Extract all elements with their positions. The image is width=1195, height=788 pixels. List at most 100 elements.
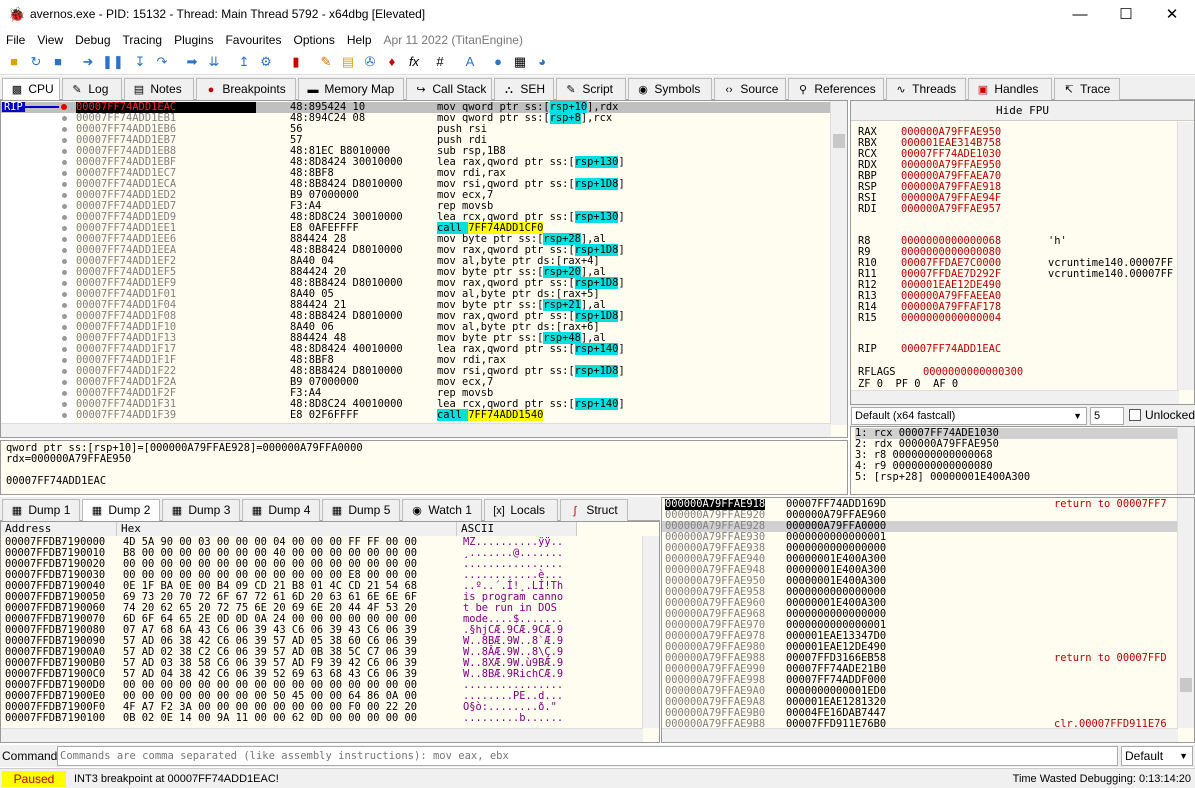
pause-icon[interactable]: ❚❚ [102,54,124,70]
regs-vscroll[interactable] [1177,122,1194,390]
breakpoint-slot-icon[interactable] [62,204,67,209]
breakpoint-slot-icon[interactable] [62,281,67,286]
breakpoint-slot-icon[interactable] [62,402,67,407]
unlocked-checkbox[interactable] [1129,409,1141,421]
tab-references[interactable]: ⚲ References [788,78,884,100]
disasm-hscroll[interactable] [1,423,831,437]
tab-seh[interactable]: ⛬ SEH [494,78,554,100]
breakpoint-slot-icon[interactable] [62,138,67,143]
dump-col-ascii[interactable]: ASCII [457,522,577,536]
trace-into-icon[interactable]: ➡ [184,54,200,70]
breakpoint-slot-icon[interactable] [62,391,67,396]
arg-count-spinner[interactable]: 5 [1090,407,1124,425]
functions-icon[interactable]: fx [406,54,422,70]
close-button[interactable]: ✕ [1149,0,1195,30]
comments-icon[interactable]: ▤ [340,54,356,70]
hide-fpu-button[interactable]: Hide FPU [851,101,1194,121]
disasm-row[interactable]: 00007FF74ADD1F39 E8 02F6FFFF call 7FF74ADD… [1,409,831,421]
command-input[interactable] [57,746,1118,766]
register-row[interactable]: R15 0000000000000004 [858,313,1001,324]
breakpoint-slot-icon[interactable] [62,149,67,154]
stack-hscroll[interactable] [662,728,1178,742]
breakpoint-slot-icon[interactable] [62,303,67,308]
dump-vscroll[interactable] [642,536,659,728]
step-over-icon[interactable]: ↷ [154,54,170,70]
dump-hscroll[interactable] [1,728,643,742]
breakpoint-slot-icon[interactable] [62,171,67,176]
menu-favourites[interactable]: Favourites [219,30,287,50]
bookmarks-icon[interactable]: ♦ [384,54,400,70]
trace-record-icon[interactable]: ▮ [288,54,304,70]
disasm-vscroll[interactable] [830,101,847,425]
tab-locals[interactable]: [x] Locals [484,499,558,521]
menu-plugins[interactable]: Plugins [168,30,219,50]
breakpoint-slot-icon[interactable] [62,336,67,341]
tab-log[interactable]: ✎ Log [62,78,122,100]
breakpoint-slot-icon[interactable] [62,347,67,352]
breakpoint-slot-icon[interactable] [62,226,67,231]
tab-dump-5[interactable]: ▦ Dump 5 [322,499,400,521]
breakpoint-slot-icon[interactable] [62,369,67,374]
menu-tracing[interactable]: Tracing [117,30,169,50]
command-mode-select[interactable]: Default ▼ [1121,746,1193,766]
register-value[interactable]: 0000000000000004 [901,313,1001,324]
tab-source[interactable]: ‹› Source [714,78,786,100]
menu-file[interactable]: File [0,30,31,50]
register-row[interactable]: RIP 00007FF74ADD1EAC [858,344,1001,355]
regs-hscroll[interactable] [851,390,1179,404]
breakpoint-slot-icon[interactable] [62,127,67,132]
registers-view[interactable]: Hide FPU RAX 000000A79FFAE950 RBX 000001EAE… [850,100,1195,405]
menu-options[interactable]: Options [287,30,340,50]
disassembly-view[interactable]: 00007FF74ADD1EAC 48:895424 10 mov qword pt… [0,100,848,438]
run-icon[interactable]: ➜ [80,54,96,70]
arguments-view[interactable]: 1: rcx 00007FF74ADE1030 2: rdx 000000A79F… [850,426,1195,495]
dump-row[interactable]: 00007FFDB7190100 0B 02 0E 14 00 9A 11 00 … [5,713,575,724]
breakpoint-slot-icon[interactable] [62,413,67,418]
run-to-user-code-icon[interactable]: ⚙ [258,54,274,70]
argument-row[interactable]: 5: [rsp+28] 00000001E400A300 [855,472,1030,483]
tab-handles[interactable]: ▣ Handles [968,78,1052,100]
breakpoint-slot-icon[interactable] [62,215,67,220]
tab-cpu[interactable]: ▩ CPU [2,78,60,101]
menu-view[interactable]: View [31,30,69,50]
register-row[interactable]: RDI 000000A79FFAE957 [858,204,1001,215]
helper-icon[interactable]: A [462,54,478,70]
breakpoint-slot-icon[interactable] [62,325,67,330]
menu-help[interactable]: Help [341,30,378,50]
register-value[interactable]: 000000A79FFAE957 [901,204,1001,215]
tab-dump-3[interactable]: ▦ Dump 3 [162,499,240,521]
calling-convention-select[interactable]: Default (x64 fastcall) ▼ [851,407,1087,425]
tab-script[interactable]: ✎ Script [556,78,626,100]
breakpoint-slot-icon[interactable] [62,116,67,121]
breakpoint-slot-icon[interactable] [62,248,67,253]
tab-dump-2[interactable]: ▦ Dump 2 [82,499,160,522]
register-row[interactable]: RFLAGS 0000000000000300 [858,367,1023,378]
breakpoint-slot-icon[interactable] [62,182,67,187]
maximize-button[interactable]: ☐ [1103,0,1149,30]
tab-trace[interactable]: ↸ Trace [1054,78,1120,100]
breakpoint-slot-icon[interactable] [62,237,67,242]
dump-col-address[interactable]: Address [1,522,117,536]
stack-view[interactable]: 000000A79FFAE918 00007FF74ADD169D return t… [661,497,1195,743]
calculator-icon[interactable]: ▦ [512,54,528,70]
open-icon[interactable]: ■ [6,54,22,70]
tab-breakpoints[interactable]: ● Breakpoints [196,78,296,100]
tab-dump-4[interactable]: ▦ Dump 4 [242,499,320,521]
tab-symbols[interactable]: ◉ Symbols [628,78,712,100]
tab-dump-1[interactable]: ▦ Dump 1 [2,499,80,521]
breakpoint-slot-icon[interactable] [62,292,67,297]
tab-call-stack[interactable]: ↪ Call Stack [406,78,492,100]
tab-watch-1[interactable]: ◉ Watch 1 [402,499,482,521]
font-icon[interactable]: ● [490,54,506,70]
breakpoint-slot-icon[interactable] [62,160,67,165]
stop-icon[interactable]: ■ [50,54,66,70]
globe-icon[interactable]: ◕ [534,54,550,70]
patch-icon[interactable]: ✎ [318,54,334,70]
dump-view[interactable]: Address Hex ASCII 00007FFDB7190000 4D 5A … [0,521,660,743]
breakpoint-slot-icon[interactable] [62,358,67,363]
register-value[interactable]: 00007FF74ADD1EAC [901,344,1001,355]
tab-threads[interactable]: ∿ Threads [886,78,966,100]
stack-vscroll[interactable] [1177,498,1194,728]
dump-col-hex[interactable]: Hex [117,522,457,536]
tab-notes[interactable]: ▤ Notes [124,78,194,100]
